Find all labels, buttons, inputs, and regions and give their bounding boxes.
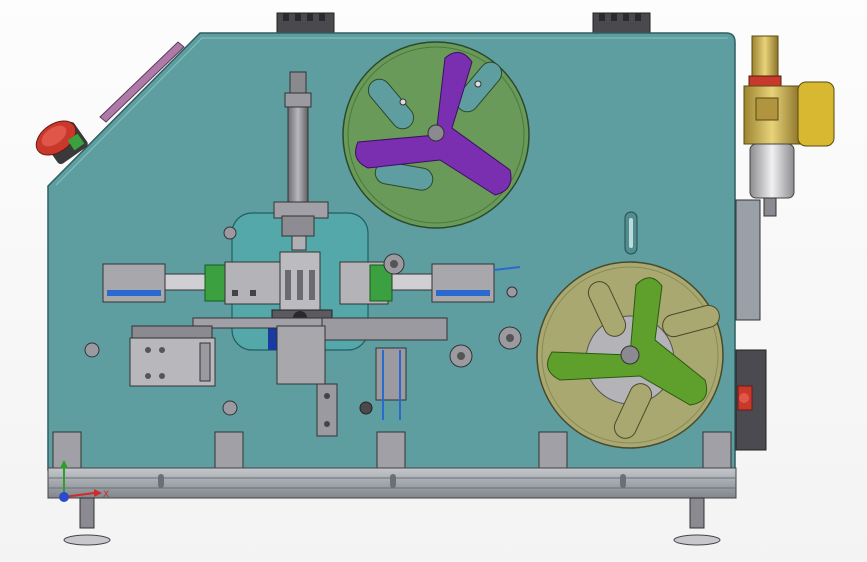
cad-viewport[interactable]: X (0, 0, 867, 562)
triad-x-label: X (103, 490, 109, 500)
upper-reel[interactable] (342, 41, 530, 229)
pressure-regulator-icon[interactable] (743, 35, 835, 217)
base-rail[interactable] (47, 467, 737, 499)
leveling-feet[interactable] (63, 497, 721, 546)
lower-reel[interactable] (536, 261, 724, 449)
adjustment-slot (624, 211, 638, 255)
lower-left-cylinder[interactable] (129, 325, 216, 387)
right-side-frame[interactable] (735, 199, 767, 451)
top-clamp-left[interactable] (276, 12, 335, 34)
assembly-view[interactable]: X (0, 0, 867, 562)
top-clamp-right[interactable] (592, 12, 651, 34)
triad-z-axis-icon (59, 492, 69, 502)
